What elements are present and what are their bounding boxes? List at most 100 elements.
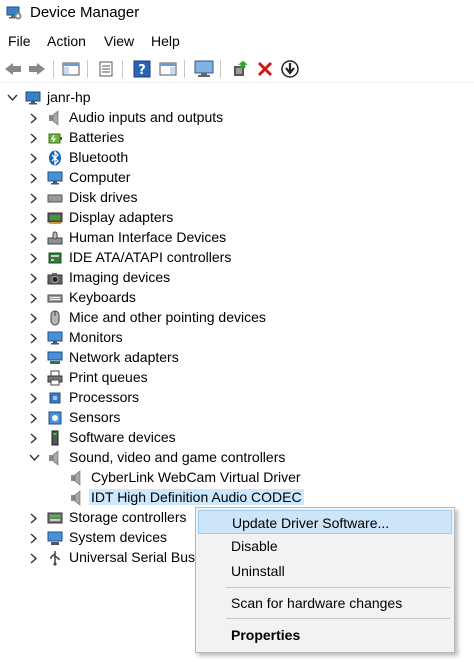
device-manager-app-icon <box>6 5 22 21</box>
tree-item-expanded[interactable]: Sound, video and game controllers <box>0 448 474 468</box>
chevron-right-icon[interactable] <box>28 211 40 225</box>
tree-item-label: Print queues <box>69 369 148 385</box>
menu-bar: File Action View Help <box>0 30 474 52</box>
chevron-right-icon[interactable] <box>28 171 40 185</box>
keyboard-icon <box>47 290 63 306</box>
update-driver-icon[interactable] <box>229 58 251 80</box>
tree-item[interactable]: Bluetooth <box>0 148 474 168</box>
tree-child-label: CyberLink WebCam Virtual Driver <box>91 469 301 485</box>
chevron-right-icon[interactable] <box>28 191 40 205</box>
tree-child-item-selected[interactable]: IDT High Definition Audio CODEC <box>0 488 474 508</box>
mouse-icon <box>47 310 63 326</box>
tree-item[interactable]: Monitors <box>0 328 474 348</box>
tree-item[interactable]: Print queues <box>0 368 474 388</box>
menu-item-label: Scan for hardware changes <box>231 595 403 611</box>
tree-item-label: Software devices <box>69 429 176 445</box>
menu-action[interactable]: Action <box>47 33 86 49</box>
chevron-down-icon[interactable] <box>6 91 18 105</box>
scan-hardware-icon[interactable] <box>279 58 301 80</box>
chevron-right-icon[interactable] <box>28 391 40 405</box>
svg-text:?: ? <box>138 63 146 78</box>
tree-item-label: Batteries <box>69 129 125 145</box>
chevron-down-icon[interactable] <box>28 451 40 465</box>
action-pane-icon[interactable] <box>157 58 179 80</box>
help-icon[interactable]: ? <box>131 58 153 80</box>
monitor-icon[interactable] <box>193 58 215 80</box>
menu-help[interactable]: Help <box>151 33 180 49</box>
tree-item-label: Monitors <box>69 329 123 345</box>
chevron-right-icon[interactable] <box>28 271 40 285</box>
software-device-icon <box>47 430 63 446</box>
tree-item[interactable]: Audio inputs and outputs <box>0 108 474 128</box>
chevron-right-icon[interactable] <box>28 131 40 145</box>
menu-file[interactable]: File <box>8 33 31 49</box>
chevron-right-icon[interactable] <box>28 291 40 305</box>
tree-item[interactable]: Display adapters <box>0 208 474 228</box>
ide-controller-icon <box>47 250 63 266</box>
menu-divider <box>226 587 450 588</box>
menu-item-scan-hardware[interactable]: Scan for hardware changes <box>198 591 452 615</box>
toolbar-separator <box>87 60 88 78</box>
tree-item[interactable]: Disk drives <box>0 188 474 208</box>
camera-icon <box>47 270 63 286</box>
menu-view[interactable]: View <box>104 33 134 49</box>
chevron-right-icon[interactable] <box>28 371 40 385</box>
chevron-right-icon[interactable] <box>28 151 40 165</box>
tree-item-label: Bluetooth <box>69 149 129 165</box>
forward-icon[interactable] <box>26 58 48 80</box>
menu-divider <box>226 618 450 619</box>
menu-item-uninstall[interactable]: Uninstall <box>198 559 452 583</box>
tree-item[interactable]: Processors <box>0 388 474 408</box>
tree-item-label: Computer <box>69 169 131 185</box>
menu-item-label: Disable <box>231 538 278 554</box>
chevron-right-icon[interactable] <box>28 411 40 425</box>
tree-item[interactable]: Human Interface Devices <box>0 228 474 248</box>
context-menu: Update Driver Software... Disable Uninst… <box>195 507 455 653</box>
chevron-right-icon[interactable] <box>28 511 40 525</box>
display-adapter-icon <box>47 210 63 226</box>
chevron-right-icon[interactable] <box>28 551 40 565</box>
tree-item[interactable]: Network adapters <box>0 348 474 368</box>
tree-child-label: IDT High Definition Audio CODEC <box>89 489 304 505</box>
tree-item-label: Display adapters <box>69 209 174 225</box>
printer-icon <box>47 370 63 386</box>
show-hide-console-tree-icon[interactable] <box>60 58 82 80</box>
tree-item[interactable]: Computer <box>0 168 474 188</box>
chevron-right-icon[interactable] <box>28 351 40 365</box>
tree-item[interactable]: Mice and other pointing devices <box>0 308 474 328</box>
computer-icon <box>25 90 41 106</box>
chevron-right-icon[interactable] <box>28 231 40 245</box>
properties-icon[interactable] <box>95 58 117 80</box>
processor-icon <box>47 390 63 406</box>
tree-item-label: Storage controllers <box>69 509 187 525</box>
tree-item[interactable]: Batteries <box>0 128 474 148</box>
menu-item-properties[interactable]: Properties <box>198 623 452 647</box>
chevron-right-icon[interactable] <box>28 111 40 125</box>
tree-item-label: Human Interface Devices <box>69 229 227 245</box>
tree-item[interactable]: Software devices <box>0 428 474 448</box>
chevron-right-icon[interactable] <box>28 251 40 265</box>
toolbar-separator <box>220 60 221 78</box>
chevron-right-icon[interactable] <box>28 331 40 345</box>
tree-item[interactable]: IDE ATA/ATAPI controllers <box>0 248 474 268</box>
tree-item[interactable]: Sensors <box>0 408 474 428</box>
back-icon[interactable] <box>2 58 24 80</box>
chevron-right-icon[interactable] <box>28 311 40 325</box>
window-title: Device Manager <box>30 4 140 21</box>
tree-item-label: Audio inputs and outputs <box>69 109 224 125</box>
tree-child-item[interactable]: CyberLink WebCam Virtual Driver <box>0 468 474 488</box>
tree-root[interactable]: janr-hp <box>0 88 474 108</box>
tree-root-label: janr-hp <box>47 89 91 105</box>
tree-item-label: Disk drives <box>69 189 138 205</box>
system-device-icon <box>47 530 63 546</box>
menu-item-update-driver[interactable]: Update Driver Software... <box>198 510 452 534</box>
tree-item[interactable]: Imaging devices <box>0 268 474 288</box>
menu-item-disable[interactable]: Disable <box>198 534 452 558</box>
chevron-right-icon[interactable] <box>28 431 40 445</box>
tree-item[interactable]: Keyboards <box>0 288 474 308</box>
chevron-right-icon[interactable] <box>28 531 40 545</box>
toolbar-separator <box>53 60 54 78</box>
toolbar: ? <box>0 54 474 83</box>
tree-item-label: Sensors <box>69 409 121 425</box>
uninstall-icon[interactable] <box>254 58 276 80</box>
